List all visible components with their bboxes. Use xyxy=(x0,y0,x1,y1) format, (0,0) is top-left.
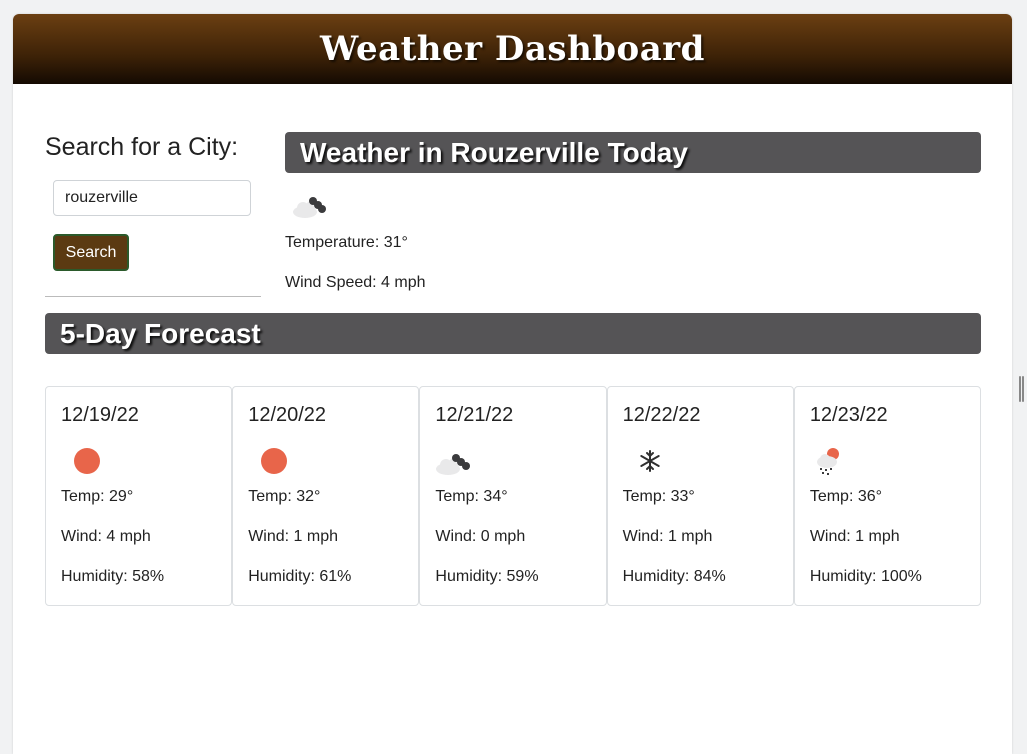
forecast-day-card: 12/20/22 Temp: 32° Wind: 1 mph Humidity:… xyxy=(232,386,420,606)
search-button[interactable]: Search xyxy=(53,234,129,271)
resize-handle[interactable] xyxy=(1019,376,1025,402)
forecast-heading-bar: 5-Day Forecast xyxy=(45,313,981,354)
forecast-humidity: Humidity: 100% xyxy=(809,568,922,585)
forecast-list: 12/19/22 Temp: 29° Wind: 4 mph Humidity:… xyxy=(45,386,982,606)
forecast-temp: Temp: 33° xyxy=(622,488,695,505)
forecast-day-card: 12/19/22 Temp: 29° Wind: 4 mph Humidity:… xyxy=(45,386,233,606)
forecast-wind: Wind: 1 mph xyxy=(809,528,900,545)
app-header: Weather Dashboard xyxy=(13,14,1012,84)
forecast-humidity: Humidity: 61% xyxy=(248,568,352,585)
forecast-heading: 5-Day Forecast xyxy=(60,317,261,349)
forecast-date: 12/19/22 xyxy=(61,404,139,426)
app-title: Weather Dashboard xyxy=(320,29,705,69)
sun-icon xyxy=(261,448,288,474)
cloudy-night-icon xyxy=(436,454,471,475)
forecast-date: 12/20/22 xyxy=(248,404,327,426)
forecast-wind: Wind: 0 mph xyxy=(435,528,526,545)
city-search-input[interactable] xyxy=(53,180,251,216)
forecast-date: 12/23/22 xyxy=(809,404,888,426)
forecast-date: 12/22/22 xyxy=(622,404,701,426)
forecast-temp: Temp: 34° xyxy=(435,488,508,505)
forecast-day-card: 12/23/22 Temp: 36° Wind: 1 mph Humidity:… xyxy=(793,386,982,606)
sun-icon xyxy=(74,448,100,474)
search-heading: Search for a City: xyxy=(45,133,239,161)
rain-cloud-sun-icon xyxy=(816,448,839,475)
forecast-humidity: Humidity: 58% xyxy=(61,568,165,585)
forecast-temp: Temp: 29° xyxy=(61,488,134,505)
forecast-wind: Wind: 4 mph xyxy=(61,528,151,545)
forecast-wind: Wind: 1 mph xyxy=(248,528,339,545)
dashboard-card: Weather Dashboard Search for a City: Sea… xyxy=(13,14,1012,754)
forecast-day-card: 12/21/22 Temp: 34° Wind: 0 mph Humidity:… xyxy=(419,386,607,606)
today-temperature: Temperature: 31° xyxy=(285,234,408,251)
today-heading: Weather in Rouzerville Today xyxy=(300,136,688,168)
search-divider xyxy=(45,296,261,297)
snowflake-icon xyxy=(639,450,660,472)
forecast-temp: Temp: 32° xyxy=(248,488,321,505)
forecast-date: 12/21/22 xyxy=(435,404,514,426)
today-heading-bar: Weather in Rouzerville Today xyxy=(285,132,981,173)
forecast-day-card: 12/22/22 Temp: 33° Wind: 1 mph Humidity:… xyxy=(606,386,794,606)
today-wind-speed: Wind Speed: 4 mph xyxy=(285,274,426,291)
forecast-humidity: Humidity: 84% xyxy=(622,568,726,585)
forecast-humidity: Humidity: 59% xyxy=(435,568,539,585)
forecast-wind: Wind: 1 mph xyxy=(622,528,713,545)
cloudy-night-icon xyxy=(293,197,326,218)
forecast-temp: Temp: 36° xyxy=(809,488,883,505)
